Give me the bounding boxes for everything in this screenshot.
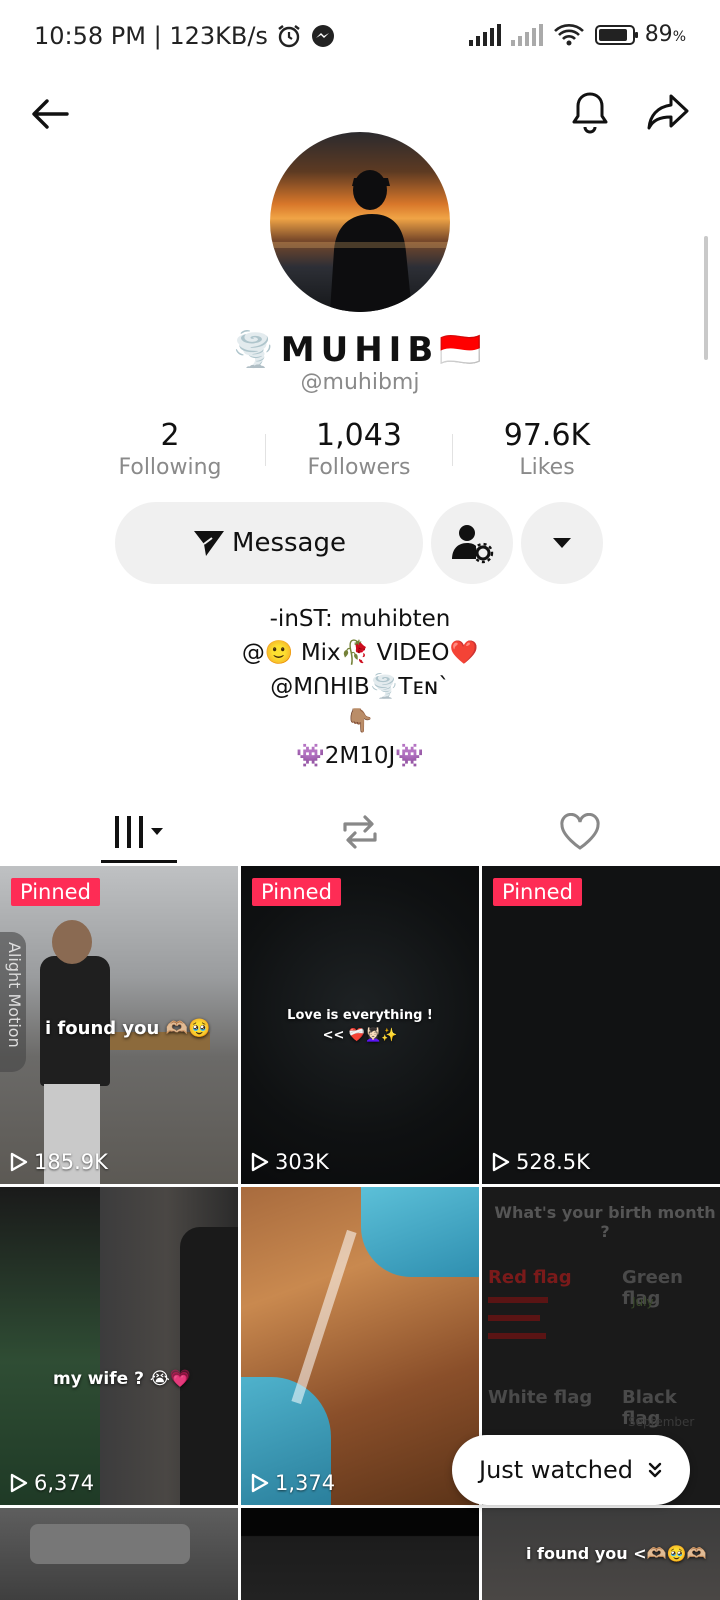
play-icon xyxy=(10,1473,28,1493)
repost-icon xyxy=(343,815,377,849)
bell-icon xyxy=(572,92,608,134)
grid-icon xyxy=(115,816,163,848)
play-icon xyxy=(251,1473,269,1493)
bio-line-3: @MꓵHIB🌪️Tᴇɴ` xyxy=(270,674,450,700)
view-count: 6,374 xyxy=(10,1471,94,1495)
video-tile[interactable]: my wife ? 😭💗 6,374 xyxy=(0,1187,238,1505)
message-label: Message xyxy=(232,528,346,558)
views-label: 6,374 xyxy=(34,1471,95,1495)
user-gear-icon xyxy=(452,525,494,564)
back-button[interactable] xyxy=(22,86,78,142)
video-tile[interactable]: Pinned 528.5K xyxy=(482,866,720,1184)
signal-2-icon xyxy=(510,23,543,46)
notification-button[interactable] xyxy=(562,84,618,140)
tornado-emoji: 🌪️ xyxy=(232,330,281,370)
pinned-badge: Pinned xyxy=(252,878,341,906)
views-label: 185.9K xyxy=(34,1150,108,1174)
video-tile[interactable]: Love is everything ! << ❤️‍🩹💆🏻‍♀️✨ Pinne… xyxy=(241,866,479,1184)
pinned-badge: Pinned xyxy=(11,878,100,906)
video-tile[interactable] xyxy=(0,1508,238,1600)
battery-unit: % xyxy=(672,29,686,45)
bio-line-5: 👾2M10J👾 xyxy=(296,743,424,769)
video-caption: my wife ? 😭💗 xyxy=(53,1369,191,1389)
arrow-left-icon xyxy=(32,99,69,129)
more-options-button[interactable] xyxy=(521,502,603,584)
bio-line-2: @🙂 Mix🥀 VIDEO❤️ xyxy=(241,640,479,666)
july-label: July xyxy=(632,1295,654,1309)
just-watched-button[interactable]: Just watched xyxy=(452,1435,690,1505)
active-tab-indicator xyxy=(101,860,177,863)
display-name: 🌪️MUHIB🇮🇩 xyxy=(0,330,720,370)
video-caption-2: << ❤️‍🩹💆🏻‍♀️✨ xyxy=(322,1028,398,1043)
followers-label: Followers xyxy=(307,455,411,480)
following-label: Following xyxy=(118,455,222,480)
white-flag-label: White flag xyxy=(488,1387,593,1408)
silhouette-image xyxy=(270,170,450,312)
likes-stat[interactable]: 97.6K Likes xyxy=(457,418,637,480)
message-button[interactable]: Message xyxy=(115,502,423,584)
video-caption: Love is everything ! xyxy=(287,1008,433,1023)
heart-icon xyxy=(560,813,600,850)
alarm-icon xyxy=(278,25,300,48)
battery-level: 89 xyxy=(644,22,673,47)
avatar[interactable] xyxy=(270,132,450,312)
glove-image xyxy=(361,1187,479,1277)
share-arrow-icon xyxy=(647,94,689,130)
views-label: 528.5K xyxy=(516,1150,590,1174)
views-label: 303K xyxy=(275,1150,329,1174)
video-tile[interactable] xyxy=(241,1508,479,1600)
just-watched-label: Just watched xyxy=(479,1456,633,1484)
following-count: 2 xyxy=(160,418,180,453)
play-icon xyxy=(251,1152,269,1172)
video-caption: What's your birth month ? xyxy=(494,1203,716,1241)
view-count: 185.9K xyxy=(10,1150,108,1174)
stat-divider xyxy=(452,434,453,466)
display-name-text: MUHIB xyxy=(280,330,440,370)
status-time: 10:58 PM | 123KB/s xyxy=(34,22,268,50)
likes-count: 97.6K xyxy=(503,418,591,453)
view-count: 303K xyxy=(251,1150,329,1174)
video-caption: i found you 🫶🏼🥹 xyxy=(45,1018,211,1039)
send-icon xyxy=(194,531,225,556)
caret-down-icon xyxy=(553,538,571,548)
messenger-icon xyxy=(311,25,334,47)
flag-emoji: 🇮🇩 xyxy=(439,330,488,370)
videos-tab[interactable] xyxy=(20,800,260,864)
play-icon xyxy=(10,1152,28,1172)
bio-line-1: -inST: muhibten xyxy=(269,606,451,632)
view-count: 1,374 xyxy=(251,1471,335,1495)
following-stat[interactable]: 2 Following xyxy=(80,418,260,480)
signal-icon xyxy=(468,23,501,46)
views-label: 1,374 xyxy=(275,1471,336,1495)
pinned-badge: Pinned xyxy=(493,878,582,906)
video-tile[interactable]: 1,374 xyxy=(241,1187,479,1505)
view-count: 528.5K xyxy=(492,1150,590,1174)
followers-count: 1,043 xyxy=(316,418,402,453)
followers-stat[interactable]: 1,043 Followers xyxy=(269,418,449,480)
watermark: Alight Motion xyxy=(5,942,24,1048)
red-flag-label: Red flag xyxy=(488,1267,572,1288)
battery-icon xyxy=(594,24,638,45)
reposts-tab[interactable] xyxy=(240,800,480,864)
likes-label: Likes xyxy=(519,455,575,480)
status-bar: 10:58 PM | 123KB/s 89% xyxy=(0,0,720,76)
play-icon xyxy=(492,1152,510,1172)
video-caption: i found you <🫶🏼🥹🫶🏼 xyxy=(526,1544,707,1563)
liked-tab[interactable] xyxy=(460,800,700,864)
video-tile[interactable]: i found you <🫶🏼🥹🫶🏼 xyxy=(482,1508,720,1600)
share-button[interactable] xyxy=(638,84,698,140)
scrollbar[interactable] xyxy=(704,236,708,360)
double-chevron-down-icon xyxy=(648,1462,662,1478)
username: @muhibmj xyxy=(300,370,420,395)
friend-settings-button[interactable] xyxy=(431,502,513,584)
wifi-icon xyxy=(553,23,584,45)
bio-line-4: 👇🏽 xyxy=(345,708,375,734)
person-figure xyxy=(0,1187,100,1505)
september-label: September xyxy=(628,1415,695,1429)
stat-divider xyxy=(265,434,266,466)
video-tile[interactable]: Alight Motion i found you 🫶🏼🥹 Pinned 185… xyxy=(0,866,238,1184)
